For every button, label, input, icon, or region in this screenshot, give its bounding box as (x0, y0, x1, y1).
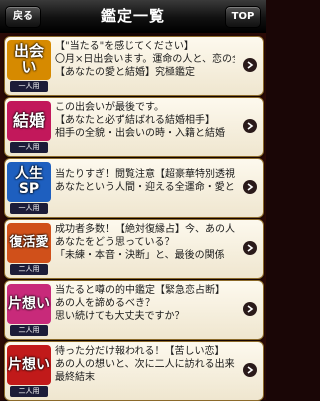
badge-label: 片想い (8, 295, 50, 312)
item-description: 待った分だけ報われる！【苦しい恋】 あの人の想いと、次に二人に訪れる出来事、 最… (55, 345, 235, 384)
people-count-label: 二人用 (10, 325, 48, 336)
list-item[interactable]: 片想い 二人用 待った分だけ報われる！【苦しい恋】 あの人の想いと、次に二人に訪… (4, 341, 264, 401)
description-line: 待った分だけ報われる！【苦しい恋】 (55, 346, 225, 357)
navigation-bar: 戻る 鑑定一覧 TOP (0, 0, 266, 33)
people-count-label: 二人用 (10, 386, 48, 397)
badge-label: 復活愛 (9, 235, 49, 251)
list-item[interactable]: 人生 SP 一人用 当たりすぎ！閲覧注意【超豪華特別透視パック】 あなたという人… (4, 158, 264, 218)
description-line: 成功者多数！【絶対復縁占】今、あの人は (55, 224, 235, 235)
description-line: あの人の想いと、次に二人に訪れる出来事、 (55, 359, 235, 370)
list-item[interactable]: 片想い 二人用 当たると噂の的中鑑定【緊急恋占断】 あの人を諦めるべき？ 思い続… (4, 280, 264, 340)
description-line: 最終結末 (55, 372, 95, 383)
people-count-label: 一人用 (10, 142, 48, 153)
description-line: 当たりすぎ！閲覧注意【超豪華特別透視パック】 (55, 169, 235, 180)
item-description: この出会いが最後です。 【あなたと必ず結ばれる結婚相手】 相手の全貌・出会いの時… (55, 101, 235, 140)
description-line: 当たると噂の的中鑑定【緊急恋占断】 (55, 285, 225, 296)
item-description: 【"当たる"を感じてください】 〇月×日出会います。運命の人と、恋の全貌 【あな… (55, 40, 235, 79)
top-button[interactable]: TOP (225, 6, 261, 28)
list-item[interactable]: 復活愛 二人用 成功者多数！【絶対復縁占】今、あの人は あなたをどう思っている？… (4, 219, 264, 279)
badge-label: 出会い (13, 42, 44, 76)
description-line: 〇月×日出会います。運命の人と、恋の全貌 (55, 54, 235, 65)
chevron-right-icon (243, 302, 257, 316)
people-count-label: 一人用 (10, 203, 48, 214)
description-line: 相手の全貌・出会いの時・入籍と結婚 (55, 128, 225, 139)
description-line: あなたをどう思っている？ (55, 237, 175, 248)
item-description: 当たると噂の的中鑑定【緊急恋占断】 あの人を諦めるべき？ 思い続けても大丈夫です… (55, 284, 235, 323)
chevron-right-icon (243, 241, 257, 255)
reading-list: 出会い 一人用 【"当たる"を感じてください】 〇月×日出会います。運命の人と、… (0, 33, 266, 401)
description-line: 思い続けても大丈夫ですか？ (55, 311, 185, 322)
chevron-right-icon (243, 180, 257, 194)
badge-label: 人生 (15, 166, 43, 183)
page-title: 鑑定一覧 (100, 7, 165, 25)
description-line: 【あなたの愛と結婚】究極鑑定 (55, 67, 195, 78)
category-badge: 人生 SP (7, 162, 51, 202)
chevron-right-icon (243, 119, 257, 133)
category-badge: 復活愛 (7, 223, 51, 263)
description-line: あの人を諦めるべき？ (55, 298, 155, 309)
badge-label: 結婚 (12, 110, 45, 130)
category-badge: 結婚 (7, 101, 51, 141)
item-description: 成功者多数！【絶対復縁占】今、あの人は あなたをどう思っている？ 「未練・本音・… (55, 223, 235, 262)
list-item[interactable]: 結婚 一人用 この出会いが最後です。 【あなたと必ず結ばれる結婚相手】 相手の全… (4, 97, 264, 157)
item-description: 当たりすぎ！閲覧注意【超豪華特別透視パック】 あなたという人間・迎える全運命・愛… (55, 168, 235, 194)
category-badge: 出会い (7, 40, 51, 80)
description-line: あなたという人間・迎える全運命・愛と結婚 (55, 182, 235, 193)
people-count-label: 二人用 (10, 264, 48, 275)
list-item[interactable]: 出会い 一人用 【"当たる"を感じてください】 〇月×日出会います。運命の人と、… (4, 36, 264, 96)
back-button[interactable]: 戻る (5, 6, 41, 28)
chevron-right-icon (243, 363, 257, 377)
description-line: 「未練・本音・決断」と、最後の関係 (55, 250, 225, 261)
description-line: 【あなたと必ず結ばれる結婚相手】 (55, 115, 215, 126)
badge-label: 片想い (8, 356, 50, 373)
description-line: 【"当たる"を感じてください】 (55, 41, 194, 52)
people-count-label: 一人用 (10, 81, 48, 92)
badge-label: SP (18, 181, 40, 197)
description-line: この出会いが最後です。 (55, 102, 164, 113)
chevron-right-icon (243, 58, 257, 72)
category-badge: 片想い (7, 284, 51, 324)
category-badge: 片想い (7, 345, 51, 385)
